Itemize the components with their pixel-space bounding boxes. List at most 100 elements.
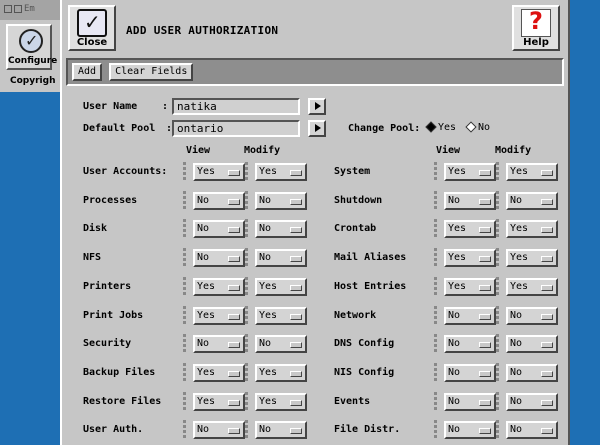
- view-option-menu[interactable]: Yes: [193, 306, 245, 325]
- user-name-arrow-button[interactable]: [308, 98, 326, 115]
- modify-option-menu[interactable]: No: [506, 335, 558, 354]
- grip-dots-icon: [183, 305, 187, 326]
- grip-dots-icon: [496, 219, 500, 239]
- view-option-menu[interactable]: Yes: [444, 277, 496, 296]
- grip-dots-icon: [496, 362, 500, 383]
- grip-dots-icon: [183, 420, 187, 440]
- grip-dots-icon: [434, 276, 438, 297]
- left-view-header: View: [186, 145, 211, 156]
- change-pool-no-radio[interactable]: No: [465, 121, 490, 133]
- permission-row: Network No No: [334, 305, 568, 326]
- grip-dots-icon: [245, 219, 249, 239]
- copyright-text: Copyrigh: [10, 76, 56, 86]
- modify-option-menu[interactable]: Yes: [255, 277, 307, 296]
- permission-label: Backup Files: [83, 366, 156, 378]
- grip-dots-icon: [245, 420, 249, 440]
- permission-label: Events: [334, 395, 371, 407]
- view-option-menu[interactable]: Yes: [444, 220, 496, 239]
- modify-option-menu[interactable]: No: [255, 220, 307, 239]
- modify-option-menu[interactable]: Yes: [255, 306, 307, 325]
- permission-label: Disk: [83, 223, 108, 235]
- view-option-menu[interactable]: No: [193, 191, 245, 210]
- modify-option-menu[interactable]: Yes: [506, 277, 558, 296]
- modify-option-menu[interactable]: No: [506, 306, 558, 325]
- modify-option-menu[interactable]: Yes: [255, 163, 307, 181]
- permission-label: Network: [334, 309, 377, 321]
- configure-button[interactable]: Configure: [6, 24, 57, 70]
- grip-dots-icon: [183, 248, 187, 268]
- view-option-menu[interactable]: No: [444, 191, 496, 210]
- dialog-title: ADD USER AUTHORIZATION: [126, 24, 279, 37]
- view-option-menu[interactable]: No: [193, 421, 245, 440]
- grip-dots-icon: [496, 305, 500, 326]
- view-option-menu[interactable]: Yes: [444, 163, 496, 181]
- modify-option-menu[interactable]: Yes: [506, 249, 558, 268]
- view-option-menu[interactable]: No: [444, 421, 496, 440]
- view-option-menu[interactable]: No: [444, 306, 496, 325]
- help-label: Help: [523, 37, 549, 48]
- view-option-menu[interactable]: No: [193, 335, 245, 354]
- view-option-menu[interactable]: No: [444, 392, 496, 411]
- user-name-label: User Name: [83, 101, 138, 112]
- modify-option-menu[interactable]: No: [255, 335, 307, 354]
- close-label: Close: [76, 37, 108, 48]
- modify-option-menu[interactable]: No: [255, 191, 307, 210]
- grip-dots-icon: [496, 276, 500, 297]
- modify-option-menu[interactable]: No: [506, 392, 558, 411]
- change-pool-yes-radio[interactable]: Yes: [425, 121, 456, 133]
- modify-option-menu[interactable]: No: [506, 421, 558, 440]
- grip-dots-icon: [496, 248, 500, 268]
- grip-dots-icon: [183, 391, 187, 412]
- permission-row: Events No No: [334, 391, 568, 412]
- view-option-menu[interactable]: No: [193, 249, 245, 268]
- modify-option-menu[interactable]: No: [506, 363, 558, 382]
- modify-option-menu[interactable]: No: [255, 249, 307, 268]
- permission-row: Processes No No: [83, 190, 323, 211]
- permission-label: Crontab: [334, 223, 377, 235]
- user-name-field[interactable]: natika: [172, 98, 300, 115]
- default-pool-label: Default Pool: [83, 123, 156, 134]
- permission-label: Print Jobs: [83, 309, 144, 321]
- default-pool-arrow-button[interactable]: [308, 120, 326, 137]
- view-option-menu[interactable]: No: [444, 335, 496, 354]
- view-option-menu[interactable]: Yes: [444, 249, 496, 268]
- close-button[interactable]: Close: [68, 5, 116, 51]
- permission-row: File Distr. No No: [334, 420, 568, 440]
- view-option-menu[interactable]: No: [193, 220, 245, 239]
- modify-option-menu[interactable]: No: [255, 421, 307, 440]
- view-option-menu[interactable]: Yes: [193, 392, 245, 411]
- permission-label: File Distr.: [334, 424, 401, 436]
- add-user-authorization-dialog: Close ADD USER AUTHORIZATION Help Add Cl…: [60, 0, 570, 445]
- permission-label: NFS: [83, 252, 102, 264]
- permission-row: Shutdown No No: [334, 190, 568, 211]
- desktop-edge: [570, 0, 600, 445]
- add-button[interactable]: Add: [72, 63, 103, 81]
- modify-option-menu[interactable]: No: [506, 191, 558, 210]
- grip-dots-icon: [245, 334, 249, 354]
- pin-icon[interactable]: [14, 4, 22, 13]
- permission-label: DNS Config: [334, 338, 395, 350]
- grip-dots-icon: [183, 334, 187, 354]
- clear-fields-button[interactable]: Clear Fields: [109, 63, 194, 81]
- grip-dots-icon: [434, 248, 438, 268]
- action-toolbar: Add Clear Fields: [66, 58, 564, 86]
- permission-row: NFS No No: [83, 248, 323, 268]
- modify-option-menu[interactable]: Yes: [506, 220, 558, 239]
- help-button[interactable]: Help: [512, 5, 560, 51]
- view-option-menu[interactable]: Yes: [193, 363, 245, 382]
- grip-dots-icon: [183, 219, 187, 239]
- modify-option-menu[interactable]: Yes: [255, 363, 307, 382]
- permission-row: Print Jobs Yes Yes: [83, 305, 323, 326]
- window-menu-icon[interactable]: [4, 4, 12, 13]
- view-option-menu[interactable]: Yes: [193, 163, 245, 181]
- radio-unselected-icon: [465, 121, 477, 133]
- view-option-menu[interactable]: No: [444, 363, 496, 382]
- permission-row: User Accounts: Yes Yes: [83, 162, 323, 182]
- grip-dots-icon: [434, 334, 438, 354]
- configure-label: Configure: [8, 56, 58, 66]
- default-pool-field[interactable]: ontario: [172, 120, 300, 137]
- modify-option-menu[interactable]: Yes: [506, 163, 558, 181]
- modify-option-menu[interactable]: Yes: [255, 392, 307, 411]
- grip-dots-icon: [434, 190, 438, 211]
- view-option-menu[interactable]: Yes: [193, 277, 245, 296]
